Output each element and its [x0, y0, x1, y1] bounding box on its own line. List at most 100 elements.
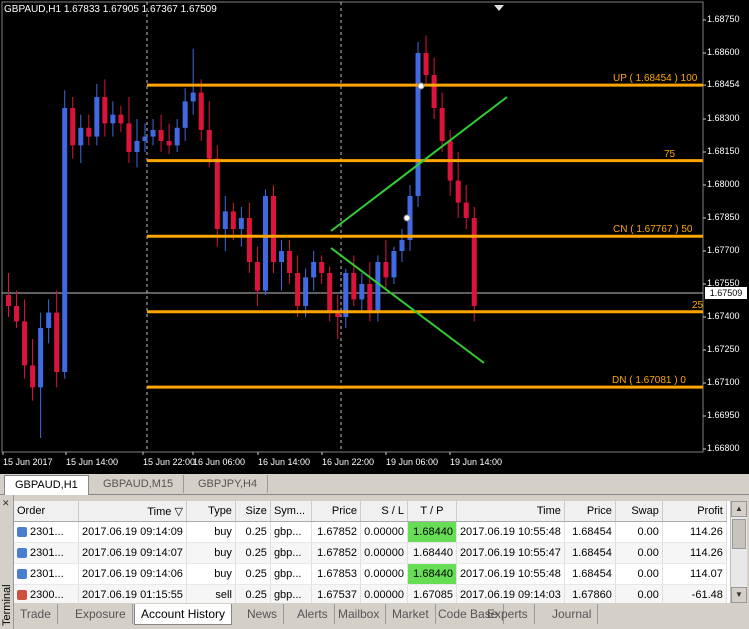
profit-cell: 114.26	[662, 542, 727, 564]
col-price[interactable]: Price	[311, 501, 361, 522]
triangle-down-icon[interactable]	[494, 5, 504, 11]
col-time[interactable]: Time ▽	[78, 501, 187, 522]
tab-trade[interactable]: Trade	[14, 604, 58, 624]
fib-level-label: 75	[664, 148, 676, 160]
chart-tab-gbpaud-h1[interactable]: GBPAUD,H1	[4, 475, 89, 495]
col-size[interactable]: Size	[235, 501, 271, 522]
time-axis-label: 16 Jun 06:00	[193, 457, 246, 467]
scroll-down-icon[interactable]: ▼	[731, 587, 747, 603]
col-profit[interactable]: Profit	[662, 501, 727, 522]
close-icon[interactable]: ✕	[2, 498, 10, 509]
bear-candle	[254, 262, 260, 291]
order-cell: 2301...	[14, 542, 79, 564]
col-order[interactable]: Order	[14, 501, 79, 522]
bear-candle	[351, 273, 357, 300]
time-cell: 2017.06.19 01:15:55	[78, 584, 187, 603]
size-cell: 0.25	[235, 563, 271, 585]
bear-candle	[158, 130, 164, 141]
type-cell: buy	[186, 542, 236, 564]
price-cell: 1.67853	[311, 563, 361, 585]
bull-candle	[142, 136, 148, 141]
time-axis-label: 19 Jun 14:00	[450, 457, 503, 467]
time-axis-label: 15 Jun 2017	[3, 457, 53, 467]
chart-tab-gbpaud-m15[interactable]: GBPAUD,M15	[93, 475, 185, 493]
table-row[interactable]: 2300... 2017.06.19 01:15:55 sell 0.25 gbp...…	[14, 584, 727, 603]
bear-candle	[423, 53, 429, 75]
time-axis-label: 19 Jun 06:00	[386, 457, 439, 467]
tab-news[interactable]: News	[241, 604, 285, 624]
tab-market[interactable]: Market	[386, 604, 436, 624]
bear-candle	[198, 92, 204, 130]
price-axis-label: 1.67550	[707, 278, 740, 288]
table-header-row: Order Time ▽ Type Size Sym... Price S / …	[14, 501, 727, 522]
symbol-cell: gbp...	[270, 521, 312, 543]
price-axis-label: 1.67400	[707, 311, 740, 321]
fib-level-label: CN ( 1.67767 ) 50	[613, 224, 693, 236]
terminal-panel: ✕ Terminal Order Time ▽ Type Size Sym...…	[0, 495, 749, 629]
col-close-time[interactable]: Time	[456, 501, 565, 522]
time-axis-label: 15 Jun 14:00	[66, 457, 119, 467]
bull-candle	[391, 251, 397, 278]
chart-tab-gbpjpy-h4[interactable]: GBPJPY,H4	[188, 475, 269, 493]
terminal-tabs-bar: Trade Exposure Account History News Alerts Ma…	[14, 604, 749, 626]
chart-symbol-header: GBPAUD,H1 1.67833 1.67905 1.67367 1.6750…	[4, 4, 217, 15]
bear-candle	[22, 321, 28, 366]
order-id: 2300...	[30, 589, 64, 601]
close-time-cell: 2017.06.19 10:55:48	[456, 521, 565, 543]
table-row[interactable]: 2301... 2017.06.19 09:14:06 buy 0.25 gbp... 1…	[14, 563, 727, 585]
scroll-up-icon[interactable]: ▲	[731, 501, 747, 517]
type-cell: sell	[186, 584, 236, 603]
sl-cell: 0.00000	[360, 584, 408, 603]
bull-candle	[222, 211, 228, 229]
time-axis-label: 16 Jun 22:00	[322, 457, 375, 467]
bull-candle	[110, 114, 116, 124]
col-close-price[interactable]: Price	[564, 501, 616, 522]
table-scrollbar[interactable]: ▲ ▼	[730, 501, 747, 603]
symbol-cell: gbp...	[270, 584, 312, 603]
tab-journal[interactable]: Journal	[546, 604, 599, 624]
symbol-cell: gbp...	[270, 563, 312, 585]
col-tp[interactable]: T / P	[407, 501, 457, 522]
order-id: 2301...	[30, 547, 64, 559]
table-row[interactable]: 2301... 2017.06.19 09:14:07 buy 0.25 gbp... 1…	[14, 542, 727, 564]
bull-candle	[279, 251, 285, 262]
bull-candle	[303, 277, 309, 306]
col-type[interactable]: Type	[186, 501, 236, 522]
price-axis-label: 1.67250	[707, 344, 740, 354]
order-cell: 2301...	[14, 563, 79, 585]
tab-exposure[interactable]: Exposure	[69, 604, 133, 624]
col-symbol[interactable]: Sym...	[270, 501, 312, 522]
bull-candle	[311, 262, 317, 278]
bear-candle	[335, 312, 341, 317]
bear-candle	[295, 273, 301, 306]
sort-desc-icon: ▽	[174, 505, 183, 518]
bear-candle	[327, 273, 333, 313]
chart-canvas[interactable]	[0, 0, 749, 474]
symbol-cell: gbp...	[270, 542, 312, 564]
time-axis-label: 16 Jun 14:00	[258, 457, 311, 467]
bull-candle	[46, 312, 52, 328]
tab-mailbox[interactable]: Mailbox	[332, 604, 387, 624]
tab-experts[interactable]: Experts	[481, 604, 535, 624]
bear-candle	[118, 114, 124, 124]
bear-candle	[287, 251, 293, 273]
swap-cell: 0.00	[615, 521, 663, 543]
bull-candle	[399, 240, 405, 251]
swap-cell: 0.00	[615, 584, 663, 603]
tab-account-history[interactable]: Account History	[134, 604, 233, 625]
col-sl[interactable]: S / L	[360, 501, 408, 522]
close-time-cell: 2017.06.19 10:55:48	[456, 563, 565, 585]
bear-candle	[319, 262, 325, 273]
scrollbar-thumb[interactable]	[732, 519, 746, 549]
order-cell: 2300...	[14, 584, 79, 603]
bull-candle	[62, 108, 68, 372]
price-chart[interactable]: GBPAUD,H1 1.67833 1.67905 1.67367 1.6750…	[0, 0, 749, 474]
col-swap[interactable]: Swap	[615, 501, 663, 522]
current-price-label: 1.67509	[705, 287, 747, 299]
table-row[interactable]: 2301... 2017.06.19 09:14:09 buy 0.25 gbp... 1…	[14, 521, 727, 543]
chart-frame	[1, 1, 704, 453]
fib-anchor-bottom	[403, 214, 411, 222]
account-history-table[interactable]: Order Time ▽ Type Size Sym... Price S / …	[14, 501, 730, 603]
tab-alerts[interactable]: Alerts	[291, 604, 335, 624]
bear-candle	[431, 75, 437, 108]
